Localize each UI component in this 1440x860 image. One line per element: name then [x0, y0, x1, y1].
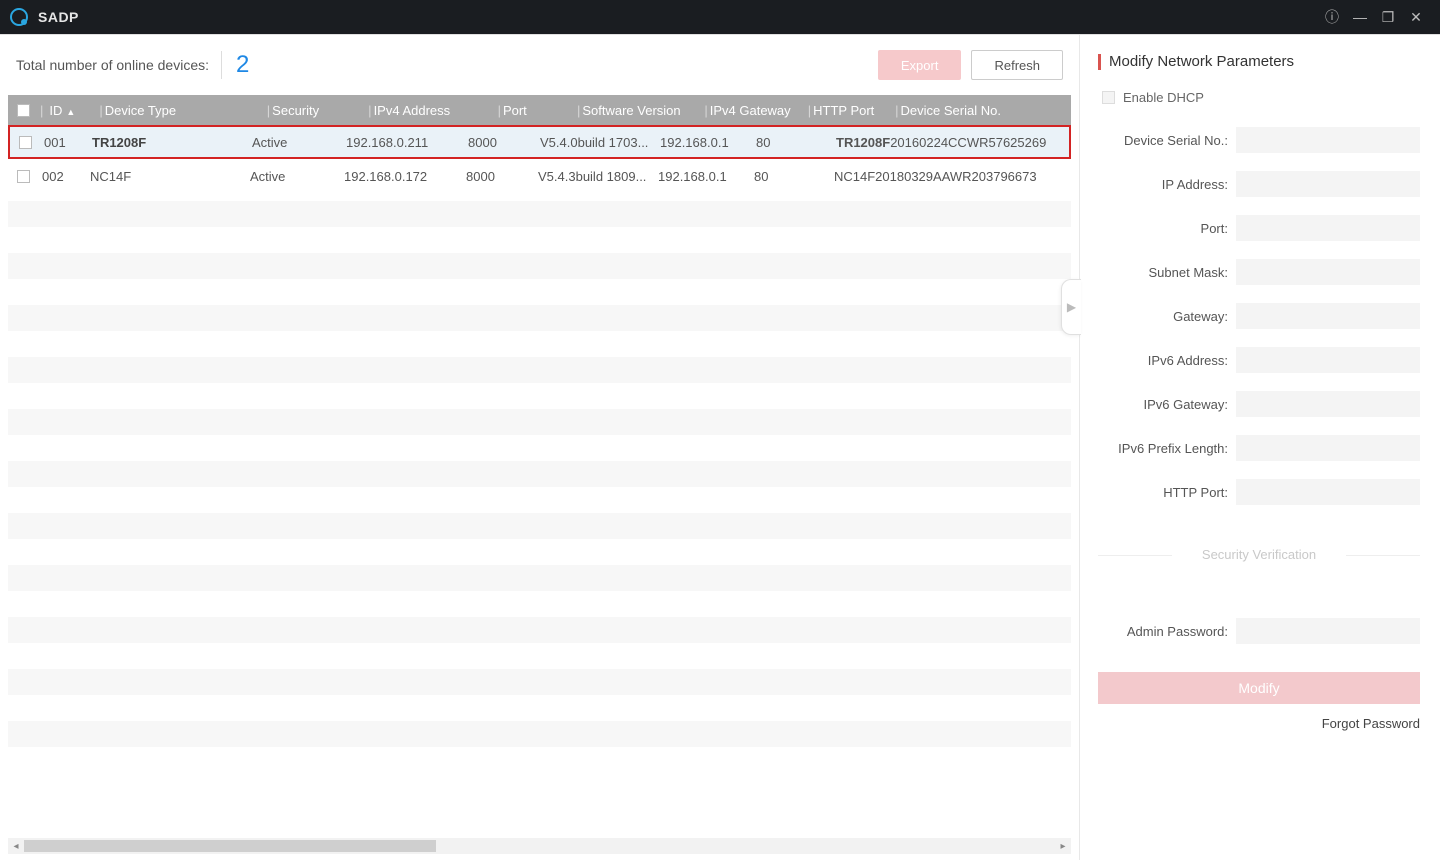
app-title: SADP	[38, 9, 79, 25]
modify-button[interactable]: Modify	[1098, 672, 1420, 704]
col-id[interactable]: ID▲	[45, 103, 97, 118]
cell-id: 001	[40, 135, 92, 150]
enable-dhcp-label: Enable DHCP	[1123, 90, 1204, 105]
input-ipv6-gw[interactable]	[1236, 391, 1420, 417]
maximize-icon[interactable]: ❐	[1374, 3, 1402, 31]
input-http-port[interactable]	[1236, 479, 1420, 505]
modify-network-panel: Modify Network Parameters Enable DHCP De…	[1080, 35, 1440, 860]
input-subnet[interactable]	[1236, 259, 1420, 285]
cell-gateway: 192.168.0.1	[660, 135, 756, 150]
cell-security: Active	[252, 135, 346, 150]
scroll-thumb[interactable]	[24, 840, 436, 852]
input-serial[interactable]	[1236, 127, 1420, 153]
device-table: | ID▲ | Device Type | Security | IPv4 Ad…	[8, 95, 1071, 830]
table-header: | ID▲ | Device Type | Security | IPv4 Ad…	[8, 95, 1071, 125]
empty-rows-area	[8, 193, 1071, 830]
export-button[interactable]: Export	[878, 50, 962, 80]
input-ipv6-prefix[interactable]	[1236, 435, 1420, 461]
row-checkbox[interactable]	[17, 170, 30, 183]
cell-http-port: 80	[756, 135, 836, 150]
col-serial[interactable]: Device Serial No.	[901, 103, 1071, 118]
label-ipv6-prefix: IPv6 Prefix Length:	[1098, 441, 1236, 456]
panel-title: Modify Network Parameters	[1098, 53, 1420, 70]
label-port: Port:	[1098, 221, 1236, 236]
titlebar: SADP ⓘ — ❐ ✕	[0, 0, 1440, 34]
app-logo-icon	[10, 8, 28, 26]
cell-version: V5.4.3build 1809...	[538, 169, 658, 184]
cell-version: V5.4.0build 1703...	[540, 135, 660, 150]
label-admin-password: Admin Password:	[1098, 624, 1236, 639]
label-ip: IP Address:	[1098, 177, 1236, 192]
total-devices-count: 2	[221, 51, 249, 79]
cell-id: 002	[38, 169, 90, 184]
label-serial: Device Serial No.:	[1098, 133, 1236, 148]
input-admin-password[interactable]	[1236, 618, 1420, 644]
label-http-port: HTTP Port:	[1098, 485, 1236, 500]
cell-ipv4: 192.168.0.211	[346, 135, 468, 150]
forgot-password-link[interactable]: Forgot Password	[1098, 716, 1420, 731]
cell-device-type: TR1208F	[92, 135, 252, 150]
scroll-left-icon[interactable]: ◂	[8, 841, 24, 852]
input-port[interactable]	[1236, 215, 1420, 241]
row-checkbox[interactable]	[19, 136, 32, 149]
col-software-version[interactable]: Software Version	[582, 103, 702, 118]
cell-http-port: 80	[754, 169, 834, 184]
toolbar: Total number of online devices: 2 Export…	[0, 35, 1079, 95]
label-ipv6-addr: IPv6 Address:	[1098, 353, 1236, 368]
cell-port: 8000	[468, 135, 540, 150]
accent-bar-icon	[1098, 54, 1101, 70]
security-verification-label: Security Verification	[1098, 547, 1420, 562]
table-body: 001 TR1208F Active 192.168.0.211 8000 V5…	[8, 125, 1071, 830]
input-ip[interactable]	[1236, 171, 1420, 197]
table-row[interactable]: 002 NC14F Active 192.168.0.172 8000 V5.4…	[8, 159, 1071, 193]
refresh-button[interactable]: Refresh	[971, 50, 1063, 80]
col-ipv4-address[interactable]: IPv4 Address	[374, 103, 496, 118]
input-gateway[interactable]	[1236, 303, 1420, 329]
col-device-type[interactable]: Device Type	[105, 103, 265, 118]
cell-device-type: NC14F	[90, 169, 250, 184]
col-port[interactable]: Port	[503, 103, 575, 118]
col-http-port[interactable]: HTTP Port	[813, 103, 893, 118]
panel-collapse-handle[interactable]: ▶	[1061, 279, 1081, 335]
total-devices-label: Total number of online devices:	[16, 57, 209, 73]
enable-dhcp-row[interactable]: Enable DHCP	[1098, 90, 1420, 105]
label-gateway: Gateway:	[1098, 309, 1236, 324]
close-icon[interactable]: ✕	[1402, 3, 1430, 31]
device-list-pane: Total number of online devices: 2 Export…	[0, 35, 1080, 860]
cell-security: Active	[250, 169, 344, 184]
cell-gateway: 192.168.0.1	[658, 169, 754, 184]
scroll-right-icon[interactable]: ▸	[1055, 841, 1071, 852]
input-ipv6-addr[interactable]	[1236, 347, 1420, 373]
cell-serial: NC14F20180329AAWR203796673	[834, 169, 1071, 184]
cell-serial: TR1208F20160224CCWR57625269	[836, 135, 1069, 150]
info-icon[interactable]: ⓘ	[1318, 3, 1346, 31]
sort-asc-icon: ▲	[66, 107, 75, 117]
cell-ipv4: 192.168.0.172	[344, 169, 466, 184]
table-row[interactable]: 001 TR1208F Active 192.168.0.211 8000 V5…	[8, 125, 1071, 159]
label-ipv6-gw: IPv6 Gateway:	[1098, 397, 1236, 412]
cell-port: 8000	[466, 169, 538, 184]
enable-dhcp-checkbox[interactable]	[1102, 91, 1115, 104]
col-ipv4-gateway[interactable]: IPv4 Gateway	[710, 103, 806, 118]
label-subnet: Subnet Mask:	[1098, 265, 1236, 280]
horizontal-scrollbar[interactable]: ◂ ▸	[8, 838, 1071, 854]
select-all-checkbox[interactable]	[17, 104, 30, 117]
minimize-icon[interactable]: —	[1346, 3, 1374, 31]
col-security[interactable]: Security	[272, 103, 366, 118]
